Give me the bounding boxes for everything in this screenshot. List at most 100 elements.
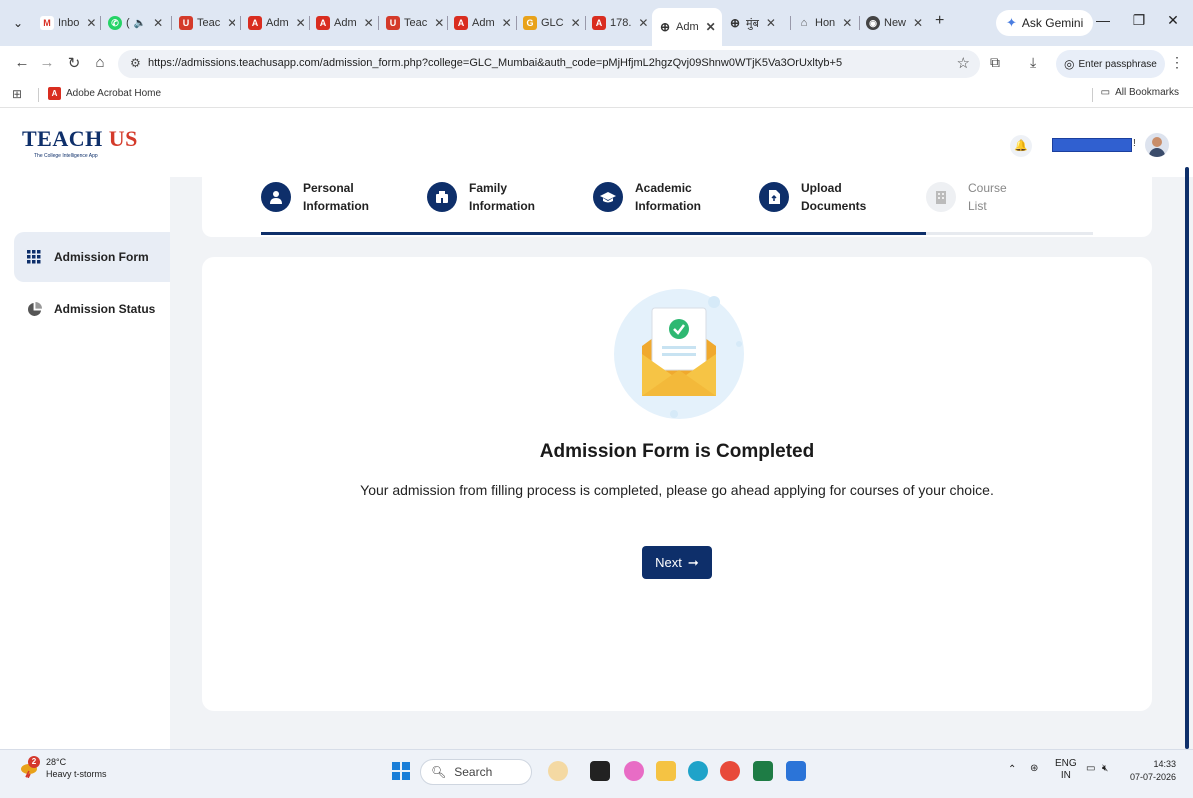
avatar[interactable] <box>1145 133 1169 157</box>
tray-overflow-chevron-icon[interactable]: ⌃ <box>1008 764 1016 775</box>
tab-separator <box>100 16 101 30</box>
close-tab-icon[interactable]: ✕ <box>706 20 716 34</box>
step-family-information[interactable]: Family Information <box>427 179 549 215</box>
progress-steps: Personal Information Family Information Ac… <box>202 177 1152 237</box>
home-icon[interactable]: ⌂ <box>90 54 110 71</box>
chrome-browser-icon[interactable] <box>720 761 740 781</box>
network-tray-icon[interactable]: ⊛ <box>1030 763 1038 774</box>
close-tab-icon[interactable]: ✕ <box>153 16 163 30</box>
tab-admission-pdf-3[interactable]: A Adm ✕ <box>454 12 512 34</box>
weather-widget[interactable]: 2 28°C Heavy t-storms <box>20 756 107 780</box>
taskbar-search[interactable]: 🔍︎ Search <box>420 759 532 785</box>
tab-teachus-1[interactable]: U Teac ✕ <box>179 12 235 34</box>
browser-tab-strip: ⌄ M Inbo ✕ ✆ (🔈 ✕ U Teac ✕ A Adm ✕ A Adm ✕ U … <box>0 0 1193 46</box>
teachus-logo[interactable]: TEACH US The College Intelligence App <box>22 126 138 159</box>
window-close-icon[interactable]: ✕ <box>1158 12 1188 29</box>
enter-passphrase-button[interactable]: ◎ Enter passphrase <box>1056 50 1165 78</box>
excel-app-icon[interactable] <box>753 761 773 781</box>
tab-separator <box>378 16 379 30</box>
site-settings-icon[interactable]: ⚙ <box>130 56 141 70</box>
app-viewport: TEACH US The College Intelligence App 🔔 … <box>0 109 1193 749</box>
scrollbar[interactable] <box>1185 167 1189 749</box>
sidebar-item-admission-status[interactable]: Admission Status <box>14 284 170 334</box>
close-tab-icon[interactable]: ✕ <box>571 16 581 30</box>
step-academic-information[interactable]: Academic Information <box>593 179 715 215</box>
tab-separator <box>240 16 241 30</box>
bookmark-adobe-acrobat[interactable]: A Adobe Acrobat Home <box>48 87 161 100</box>
close-tab-icon[interactable]: ✕ <box>842 16 852 30</box>
tab-mumbai[interactable]: ⊕ मुंब ✕ <box>728 12 786 34</box>
sidebar-item-admission-form[interactable]: Admission Form <box>14 232 170 282</box>
restore-icon[interactable]: ❐ <box>1124 12 1154 29</box>
file-explorer-icon[interactable] <box>656 761 676 781</box>
close-tab-icon[interactable]: ✕ <box>502 16 512 30</box>
pie-chart-icon <box>26 301 42 317</box>
tab-admission-pdf-2[interactable]: A Adm ✕ <box>316 12 374 34</box>
bookmark-star-icon[interactable]: ☆ <box>957 54 970 72</box>
username-redacted <box>1052 138 1132 152</box>
back-arrow-icon[interactable]: ← <box>12 54 32 71</box>
address-bar[interactable]: ⚙ https://admissions.teachusapp.com/admi… <box>118 50 980 78</box>
tab-admission-pdf-1[interactable]: A Adm ✕ <box>248 12 306 34</box>
tab-glc[interactable]: G GLC ✕ <box>523 12 581 34</box>
tab-whatsapp[interactable]: ✆ (🔈 ✕ <box>108 12 166 34</box>
minimize-icon[interactable]: — <box>1088 12 1118 28</box>
chrome-icon: ◉ <box>866 16 880 30</box>
language-indicator[interactable]: ENG IN <box>1055 758 1077 782</box>
apps-grid-icon[interactable]: ⊞ <box>12 87 22 101</box>
tab-separator <box>309 16 310 30</box>
windows-start-icon[interactable] <box>392 762 410 780</box>
step-personal-information[interactable]: Personal Information <box>261 179 383 215</box>
close-tab-icon[interactable]: ✕ <box>227 16 235 30</box>
tab-pdf-178[interactable]: A 178. ✕ <box>592 12 650 34</box>
notification-bell-icon[interactable]: 🔔 <box>1010 135 1032 157</box>
reload-icon[interactable]: ↻ <box>64 54 84 72</box>
all-bookmarks-button[interactable]: ▭ All Bookmarks <box>1101 87 1179 98</box>
close-tab-icon[interactable]: ✕ <box>766 16 776 30</box>
display-tray-icon[interactable]: ▭ <box>1086 763 1095 774</box>
tab-separator <box>859 16 860 30</box>
user-icon <box>261 182 291 212</box>
outlook-app-icon[interactable] <box>786 761 806 781</box>
sidebar-item-label: Admission Status <box>54 302 156 316</box>
close-tab-icon[interactable]: ✕ <box>364 16 374 30</box>
tab-teachus-2[interactable]: U Teac ✕ <box>386 12 444 34</box>
edge-browser-icon[interactable] <box>688 761 708 781</box>
next-button[interactable]: Next ➞ <box>642 546 712 579</box>
new-tab-plus-icon[interactable]: + <box>935 12 944 30</box>
system-clock[interactable]: 14:33 07-07-2026 <box>1126 758 1176 784</box>
tab-new-tab[interactable]: ◉ New ✕ <box>866 12 924 34</box>
menu-dots-icon[interactable]: ⋮ <box>1170 54 1184 71</box>
photos-app-icon[interactable] <box>624 761 644 781</box>
ask-gemini-button[interactable]: ✦ Ask Gemini <box>996 10 1094 36</box>
completion-card: Admission Form is Completed Your admissi… <box>202 257 1152 711</box>
sync-icon: ◎ <box>1064 57 1075 71</box>
close-tab-icon[interactable]: ✕ <box>913 16 923 30</box>
app-header: TEACH US The College Intelligence App 🔔 … <box>0 109 1193 177</box>
extensions-icon[interactable]: ⧉ <box>990 54 1000 71</box>
close-tab-icon[interactable]: ✕ <box>296 16 306 30</box>
step-upload-documents[interactable]: Upload Documents <box>759 179 881 215</box>
volume-muted-icon[interactable]: 🔇︎ <box>1102 763 1108 774</box>
bank-icon: ⌂ <box>800 17 808 29</box>
tab-inbox[interactable]: M Inbo ✕ <box>40 12 96 34</box>
tab-home[interactable]: ⌂ Hon ✕ <box>797 12 855 34</box>
tab-separator <box>585 16 586 30</box>
tab-admission-active[interactable]: ⊕ Adm ✕ <box>652 8 722 46</box>
task-view-icon[interactable] <box>590 761 610 781</box>
close-tab-icon[interactable]: ✕ <box>86 16 96 30</box>
gemini-sparkle-icon: ✦ <box>1006 15 1017 30</box>
download-icon[interactable]: ⤓ <box>1030 54 1036 71</box>
step-course-list[interactable]: Course List <box>926 179 1048 215</box>
pdf-icon: A <box>48 87 61 100</box>
glc-icon: G <box>523 16 537 30</box>
forward-arrow-icon[interactable]: → <box>37 54 57 71</box>
pdf-icon: A <box>248 16 262 30</box>
close-tab-icon[interactable]: ✕ <box>434 16 444 30</box>
copilot-app-icon[interactable] <box>548 761 568 781</box>
tab-search-chevron-icon[interactable]: ⌄ <box>8 13 28 33</box>
tab-separator <box>447 16 448 30</box>
sidebar-item-label: Admission Form <box>54 250 149 264</box>
close-tab-icon[interactable]: ✕ <box>638 16 648 30</box>
url-text[interactable]: https://admissions.teachusapp.com/admiss… <box>148 57 842 69</box>
